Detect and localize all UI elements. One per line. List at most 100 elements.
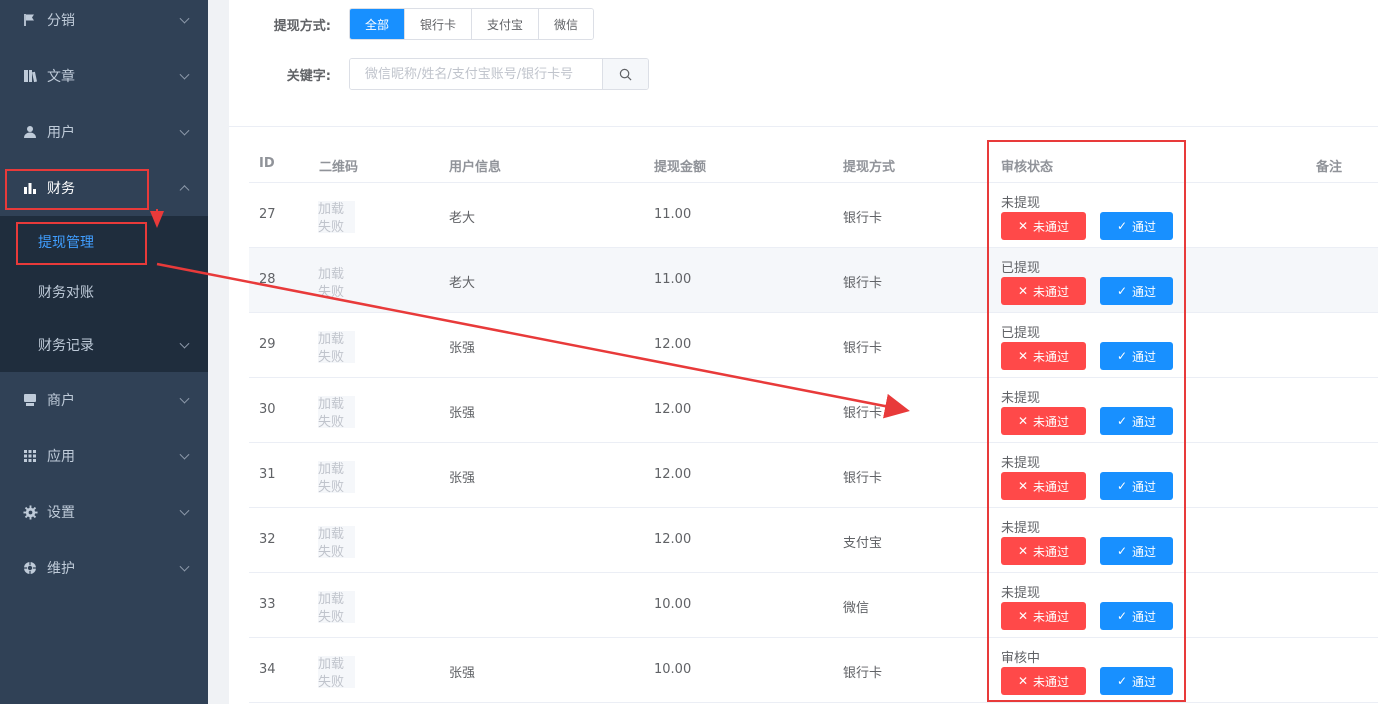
table-row: 33 加载失败 10.00 微信 未提现 ✕ 未通过 ✓ 通过 (249, 573, 1378, 638)
reject-label: 未通过 (1033, 609, 1070, 624)
menu-item-maintenance[interactable]: 维护 (0, 540, 208, 596)
search-button[interactable] (602, 59, 648, 89)
reject-button[interactable]: ✕ 未通过 (1001, 602, 1086, 630)
sub-item-reconciliation[interactable]: 财务对账 (0, 266, 208, 318)
withdraw-table: ID 二维码 用户信息 提现金额 提现方式 审核状态 备注 27 加载失败 老大 11… (249, 145, 1378, 703)
cell-id: 28 (259, 272, 276, 287)
menu-item-distribution[interactable]: 分销 (0, 0, 208, 48)
check-icon: ✓ (1116, 284, 1128, 298)
table-row: 31 加载失败 张强 12.00 银行卡 未提现 ✕ 未通过 ✓ 通过 (249, 443, 1378, 508)
approve-label: 通过 (1132, 609, 1157, 624)
close-icon: ✕ (1017, 544, 1029, 558)
sub-item-label: 提现管理 (38, 235, 94, 251)
reject-button[interactable]: ✕ 未通过 (1001, 537, 1086, 565)
qrcode-image-failed: 加载失败 (318, 201, 355, 233)
approve-button[interactable]: ✓ 通过 (1100, 602, 1173, 630)
filter-bankcard-button[interactable]: 银行卡 (405, 9, 473, 39)
menu-item-settings[interactable]: 设置 (0, 484, 208, 540)
chevron-up-icon (179, 185, 190, 196)
reject-label: 未通过 (1033, 219, 1070, 234)
approve-label: 通过 (1132, 414, 1157, 429)
bar-chart-icon (22, 180, 38, 196)
reject-label: 未通过 (1033, 544, 1070, 559)
close-icon: ✕ (1017, 284, 1029, 298)
qrcode-image-failed: 加载失败 (318, 526, 355, 558)
qrcode-image-failed: 加载失败 (318, 331, 355, 363)
approve-label: 通过 (1132, 544, 1157, 559)
reject-label: 未通过 (1033, 414, 1070, 429)
menu-item-finance[interactable]: 财务 (0, 160, 208, 216)
table-header: ID 二维码 用户信息 提现金额 提现方式 审核状态 备注 (249, 145, 1378, 183)
finance-submenu: 提现管理 财务对账 财务记录 (0, 216, 208, 372)
cell-method: 银行卡 (843, 211, 883, 226)
sub-item-finance-records[interactable]: 财务记录 (0, 319, 208, 371)
approve-button[interactable]: ✓ 通过 (1100, 342, 1173, 370)
reject-button[interactable]: ✕ 未通过 (1001, 342, 1086, 370)
check-icon: ✓ (1116, 219, 1128, 233)
keyword-input[interactable] (350, 59, 603, 89)
cell-status: 未提现 (1001, 391, 1041, 406)
grid-icon (22, 448, 38, 464)
menu-item-apps[interactable]: 应用 (0, 428, 208, 484)
menu-label: 用户 (47, 125, 75, 141)
check-icon: ✓ (1116, 674, 1128, 688)
chevron-down-icon (179, 561, 190, 572)
user-icon (22, 124, 38, 140)
approve-button[interactable]: ✓ 通过 (1100, 472, 1173, 500)
main-content: 提现方式: 全部 银行卡 支付宝 微信 关键字: ID 二维码 用户信息 提现金… (229, 0, 1378, 704)
approve-label: 通过 (1132, 349, 1157, 364)
flag-icon (22, 12, 38, 28)
table-body: 27 加载失败 老大 11.00 银行卡 未提现 ✕ 未通过 ✓ 通过 28 加载失败 老大 11.00 银… (249, 183, 1378, 703)
reject-button[interactable]: ✕ 未通过 (1001, 667, 1086, 695)
approve-button[interactable]: ✓ 通过 (1100, 407, 1173, 435)
cell-id: 33 (259, 597, 276, 612)
keyword-search (349, 58, 649, 90)
sub-item-withdraw-management[interactable]: 提现管理 (0, 216, 208, 268)
header-user-info: 用户信息 (449, 160, 502, 175)
cell-user-info: 老大 (449, 276, 476, 291)
sidebar: 分销 文章 用户 财务 提现管理 财务对账 财务记录 商户 应用 设置 维护 (0, 0, 208, 704)
reject-button[interactable]: ✕ 未通过 (1001, 407, 1086, 435)
table-row: 29 加载失败 张强 12.00 银行卡 已提现 ✕ 未通过 ✓ 通过 (249, 313, 1378, 378)
shop-icon (22, 392, 38, 408)
cell-status: 未提现 (1001, 196, 1041, 211)
cell-status: 已提现 (1001, 326, 1041, 341)
table-row: 32 加载失败 12.00 支付宝 未提现 ✕ 未通过 ✓ 通过 (249, 508, 1378, 573)
filter-alipay-button[interactable]: 支付宝 (472, 9, 540, 39)
approve-button[interactable]: ✓ 通过 (1100, 537, 1173, 565)
menu-item-articles[interactable]: 文章 (0, 48, 208, 104)
cell-method: 银行卡 (843, 276, 883, 291)
cell-amount: 12.00 (654, 467, 692, 482)
cell-user-info: 张强 (449, 471, 476, 486)
approve-button[interactable]: ✓ 通过 (1100, 212, 1173, 240)
close-icon: ✕ (1017, 219, 1029, 233)
reject-button[interactable]: ✕ 未通过 (1001, 277, 1086, 305)
filter-wechat-button[interactable]: 微信 (539, 9, 594, 39)
reject-button[interactable]: ✕ 未通过 (1001, 472, 1086, 500)
qrcode-image-failed: 加载失败 (318, 591, 355, 623)
cell-amount: 10.00 (654, 597, 692, 612)
header-id: ID (259, 156, 275, 171)
header-method: 提现方式 (843, 160, 896, 175)
menu-item-users[interactable]: 用户 (0, 104, 208, 160)
menu-label: 文章 (47, 69, 75, 85)
approve-button[interactable]: ✓ 通过 (1100, 277, 1173, 305)
menu-item-merchants[interactable]: 商户 (0, 372, 208, 428)
check-icon: ✓ (1116, 544, 1128, 558)
filter-all-button[interactable]: 全部 (350, 9, 406, 39)
cell-amount: 12.00 (654, 402, 692, 417)
sub-item-label: 财务对账 (38, 285, 94, 301)
header-remark: 备注 (1316, 160, 1343, 175)
cell-id: 32 (259, 532, 276, 547)
header-qrcode: 二维码 (319, 160, 359, 175)
cell-status: 未提现 (1001, 586, 1041, 601)
reject-button[interactable]: ✕ 未通过 (1001, 212, 1086, 240)
cell-status: 未提现 (1001, 521, 1041, 536)
approve-label: 通过 (1132, 219, 1157, 234)
approve-button[interactable]: ✓ 通过 (1100, 667, 1173, 695)
table-row: 34 加载失败 张强 10.00 银行卡 审核中 ✕ 未通过 ✓ 通过 (249, 638, 1378, 703)
check-icon: ✓ (1116, 479, 1128, 493)
cell-method: 银行卡 (843, 666, 883, 681)
cell-status: 审核中 (1001, 651, 1041, 666)
cell-amount: 12.00 (654, 337, 692, 352)
